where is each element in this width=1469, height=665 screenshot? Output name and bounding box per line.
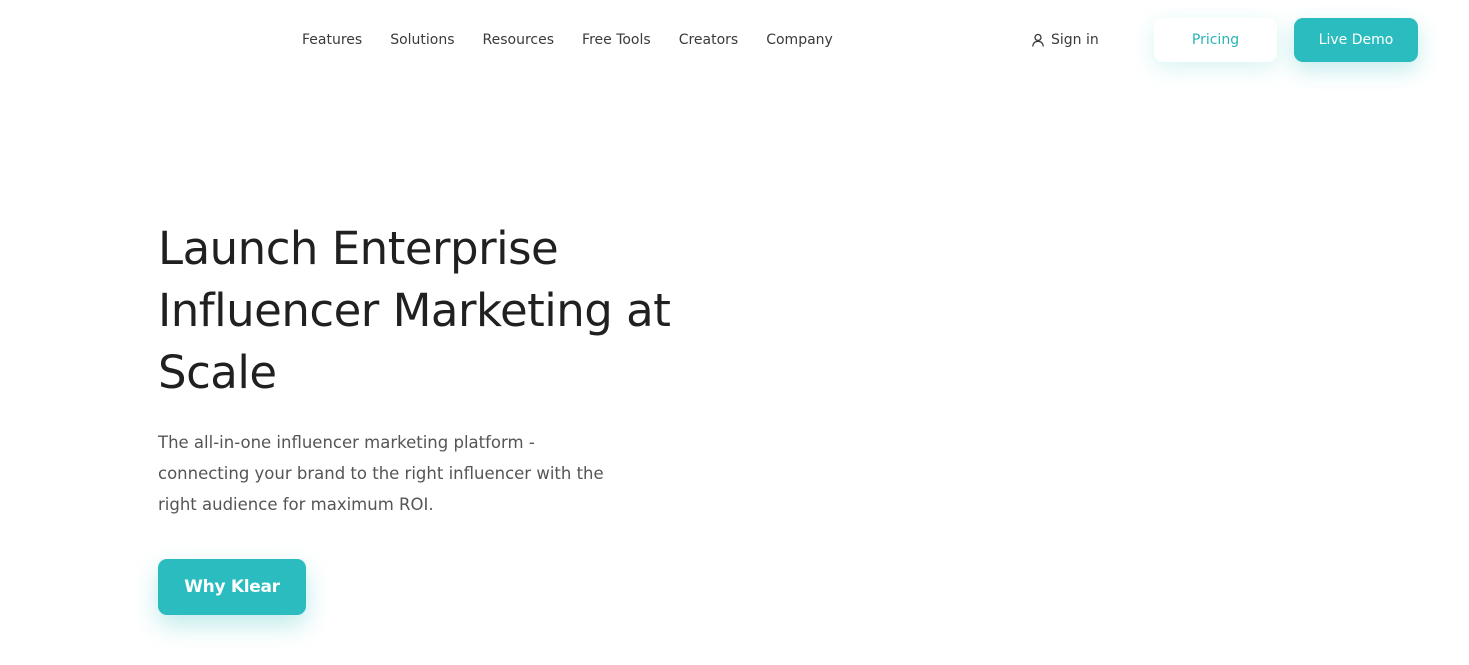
nav-item-features[interactable]: Features [302, 30, 362, 50]
why-klear-button[interactable]: Why Klear [158, 559, 306, 615]
hero-title: Launch Enterprise Influencer Marketing a… [158, 222, 671, 399]
main-nav: Features Solutions Resources Free Tools … [302, 30, 833, 50]
site-header: Features Solutions Resources Free Tools … [0, 0, 1469, 80]
user-icon [1031, 33, 1045, 47]
sign-in-label: Sign in [1051, 32, 1099, 48]
nav-item-solutions[interactable]: Solutions [390, 30, 454, 50]
nav-item-company[interactable]: Company [766, 30, 833, 50]
live-demo-button[interactable]: Live Demo [1294, 18, 1418, 62]
hero-subtitle: The all-in-one influencer marketing plat… [158, 433, 604, 514]
pricing-button[interactable]: Pricing [1154, 18, 1277, 62]
nav-item-free-tools[interactable]: Free Tools [582, 30, 651, 50]
nav-item-resources[interactable]: Resources [483, 30, 555, 50]
nav-item-creators[interactable]: Creators [679, 30, 739, 50]
sign-in-link[interactable]: Sign in [1031, 30, 1099, 50]
